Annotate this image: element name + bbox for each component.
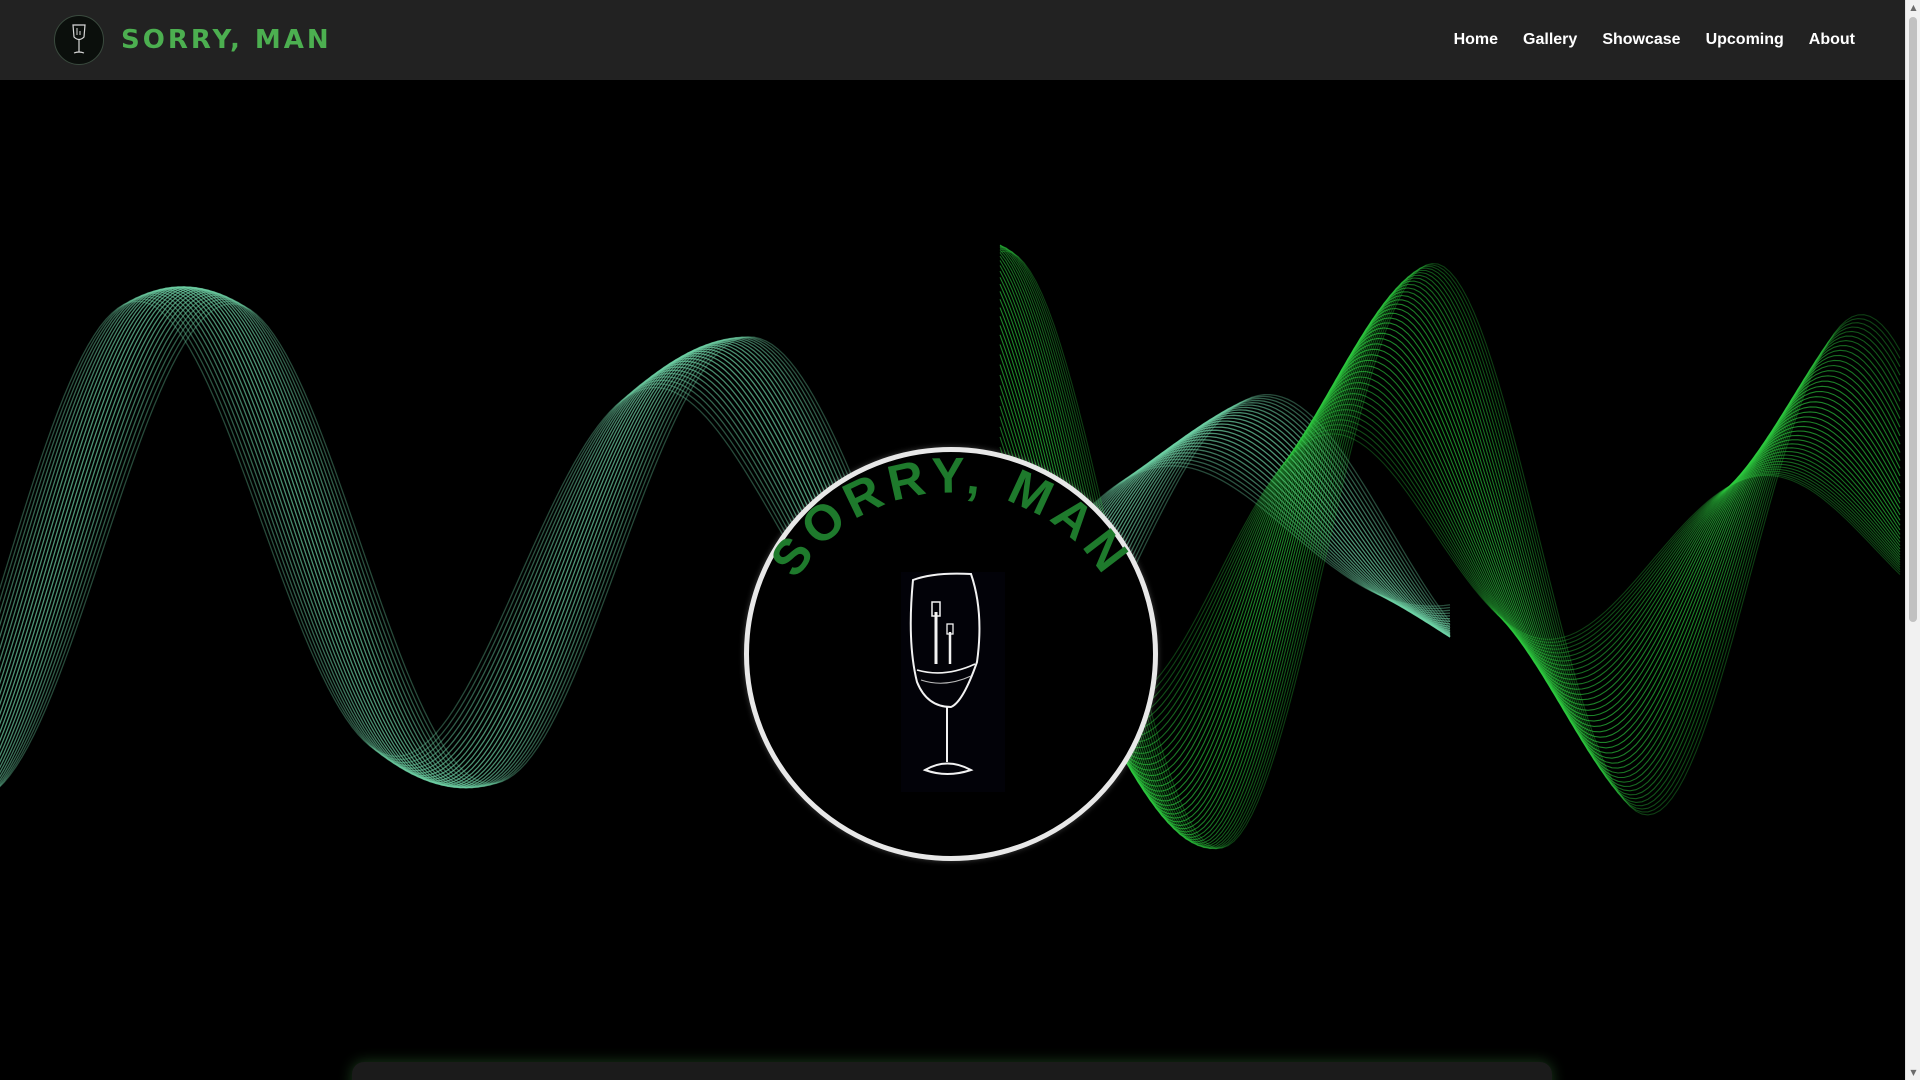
hero-logo-text: SORRY, MAN xyxy=(759,452,1142,587)
scroll-up-arrow-icon[interactable]: ▲ xyxy=(1906,0,1920,15)
wine-glass-guitar-icon[interactable] xyxy=(54,15,104,65)
page: SORRY, MAN Home Gallery Showcase Upcomin… xyxy=(0,0,1905,1080)
brand[interactable]: SORRY, MAN xyxy=(54,14,332,66)
nav-about[interactable]: About xyxy=(1809,31,1855,49)
navbar: SORRY, MAN Home Gallery Showcase Upcomin… xyxy=(0,0,1905,80)
page-scrollbar[interactable]: ▲ ▼ xyxy=(1905,0,1920,1080)
brand-title[interactable]: SORRY, MAN xyxy=(121,25,332,55)
scroll-down-arrow-icon[interactable]: ▼ xyxy=(1906,1065,1920,1080)
nav-home[interactable]: Home xyxy=(1454,31,1498,49)
nav-showcase[interactable]: Showcase xyxy=(1602,31,1680,49)
nav-upcoming[interactable]: Upcoming xyxy=(1706,31,1784,49)
nav-gallery[interactable]: Gallery xyxy=(1523,31,1577,49)
hero-logo: SORRY, MAN xyxy=(744,447,1158,861)
wine-glass-guitar-icon xyxy=(901,572,1005,792)
scrollbar-thumb[interactable] xyxy=(1909,17,1917,622)
content-card xyxy=(352,1062,1552,1080)
hero-section: SORRY, MAN xyxy=(0,80,1905,1080)
main-nav: Home Gallery Showcase Upcoming About xyxy=(1454,0,1855,80)
